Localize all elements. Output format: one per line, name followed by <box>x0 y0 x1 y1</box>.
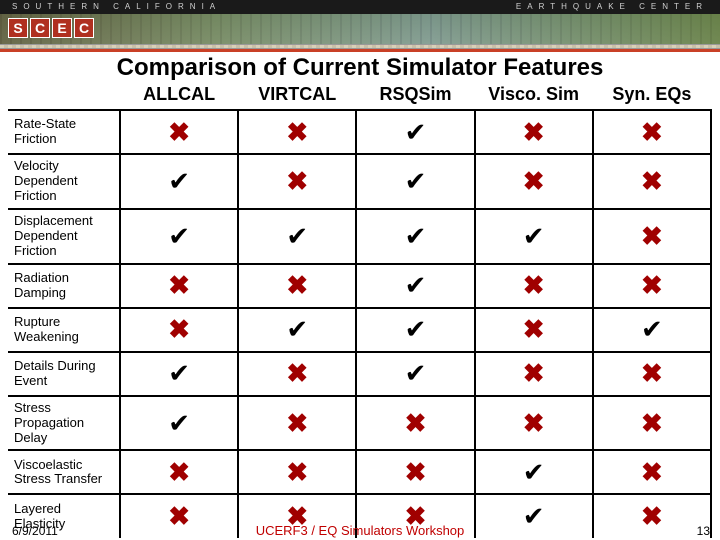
table-row: Details During Event✔✖✔✖✖ <box>8 352 711 396</box>
check-icon: ✔ <box>238 209 356 264</box>
table-row: Displacement Dependent Friction✔✔✔✔✖ <box>8 209 711 264</box>
cross-icon: ✖ <box>593 352 711 396</box>
col-header: RSQSim <box>356 82 474 110</box>
cross-icon: ✖ <box>475 396 593 451</box>
cross-icon: ✖ <box>238 154 356 209</box>
comparison-table-wrap: ALLCAL VIRTCAL RSQSim Visco. Sim Syn. EQ… <box>0 82 720 538</box>
cross-icon: ✖ <box>120 308 238 352</box>
check-icon: ✔ <box>120 209 238 264</box>
check-icon: ✔ <box>356 352 474 396</box>
col-header: ALLCAL <box>120 82 238 110</box>
feature-label: Rate-State Friction <box>8 110 120 154</box>
check-icon: ✔ <box>475 209 593 264</box>
col-header: VIRTCAL <box>238 82 356 110</box>
logo-letter: C <box>30 18 50 38</box>
feature-label: Details During Event <box>8 352 120 396</box>
cross-icon: ✖ <box>356 450 474 494</box>
col-header: Visco. Sim <box>475 82 593 110</box>
check-icon: ✔ <box>356 209 474 264</box>
logo-letter: S <box>8 18 28 38</box>
cross-icon: ✖ <box>593 154 711 209</box>
cross-icon: ✖ <box>475 110 593 154</box>
table-row: Viscoelastic Stress Transfer✖✖✖✔✖ <box>8 450 711 494</box>
banner-top-strip: SOUTHERN CALIFORNIA EARTHQUAKE CENTER <box>0 0 720 14</box>
banner-text-right: EARTHQUAKE CENTER <box>516 2 708 12</box>
cross-icon: ✖ <box>593 264 711 308</box>
cross-icon: ✖ <box>593 209 711 264</box>
cross-icon: ✖ <box>120 264 238 308</box>
check-icon: ✔ <box>356 264 474 308</box>
cross-icon: ✖ <box>593 450 711 494</box>
check-icon: ✔ <box>356 154 474 209</box>
check-icon: ✔ <box>593 308 711 352</box>
check-icon: ✔ <box>475 450 593 494</box>
cross-icon: ✖ <box>475 154 593 209</box>
table-row: Velocity Dependent Friction✔✖✔✖✖ <box>8 154 711 209</box>
check-icon: ✔ <box>356 308 474 352</box>
cross-icon: ✖ <box>238 352 356 396</box>
cross-icon: ✖ <box>120 110 238 154</box>
table-row: Rate-State Friction✖✖✔✖✖ <box>8 110 711 154</box>
cross-icon: ✖ <box>238 396 356 451</box>
footer-center: UCERF3 / EQ Simulators Workshop <box>0 523 720 538</box>
slide-title: Comparison of Current Simulator Features <box>0 54 720 82</box>
feature-label: Rupture Weakening <box>8 308 120 352</box>
table-header-row: ALLCAL VIRTCAL RSQSim Visco. Sim Syn. EQ… <box>8 82 711 110</box>
table-body: Rate-State Friction✖✖✔✖✖Velocity Depende… <box>8 110 711 538</box>
table-row: Stress Propagation Delay✔✖✖✖✖ <box>8 396 711 451</box>
feature-label: Velocity Dependent Friction <box>8 154 120 209</box>
logo-letter: E <box>52 18 72 38</box>
header-banner: SOUTHERN CALIFORNIA EARTHQUAKE CENTER S … <box>0 0 720 52</box>
cross-icon: ✖ <box>475 264 593 308</box>
cross-icon: ✖ <box>238 450 356 494</box>
cross-icon: ✖ <box>238 264 356 308</box>
cross-icon: ✖ <box>593 110 711 154</box>
col-header: Syn. EQs <box>593 82 711 110</box>
cross-icon: ✖ <box>120 450 238 494</box>
cross-icon: ✖ <box>593 396 711 451</box>
logo-letter: C <box>74 18 94 38</box>
table-row: Rupture Weakening✖✔✔✖✔ <box>8 308 711 352</box>
check-icon: ✔ <box>120 352 238 396</box>
cross-icon: ✖ <box>356 396 474 451</box>
check-icon: ✔ <box>120 396 238 451</box>
feature-label: Stress Propagation Delay <box>8 396 120 451</box>
cross-icon: ✖ <box>238 110 356 154</box>
feature-label: Displacement Dependent Friction <box>8 209 120 264</box>
footer-page: 13 <box>697 524 710 538</box>
scec-logo: S C E C <box>8 18 94 38</box>
feature-label: Radiation Damping <box>8 264 120 308</box>
check-icon: ✔ <box>356 110 474 154</box>
cross-icon: ✖ <box>475 352 593 396</box>
cross-icon: ✖ <box>475 308 593 352</box>
table-row: Radiation Damping✖✖✔✖✖ <box>8 264 711 308</box>
feature-label: Viscoelastic Stress Transfer <box>8 450 120 494</box>
comparison-table: ALLCAL VIRTCAL RSQSim Visco. Sim Syn. EQ… <box>8 82 712 538</box>
header-blank <box>8 82 120 110</box>
check-icon: ✔ <box>120 154 238 209</box>
banner-text-left: SOUTHERN CALIFORNIA <box>12 2 221 12</box>
banner-divider-bar <box>0 44 720 49</box>
check-icon: ✔ <box>238 308 356 352</box>
banner-photo-strip <box>0 14 720 46</box>
